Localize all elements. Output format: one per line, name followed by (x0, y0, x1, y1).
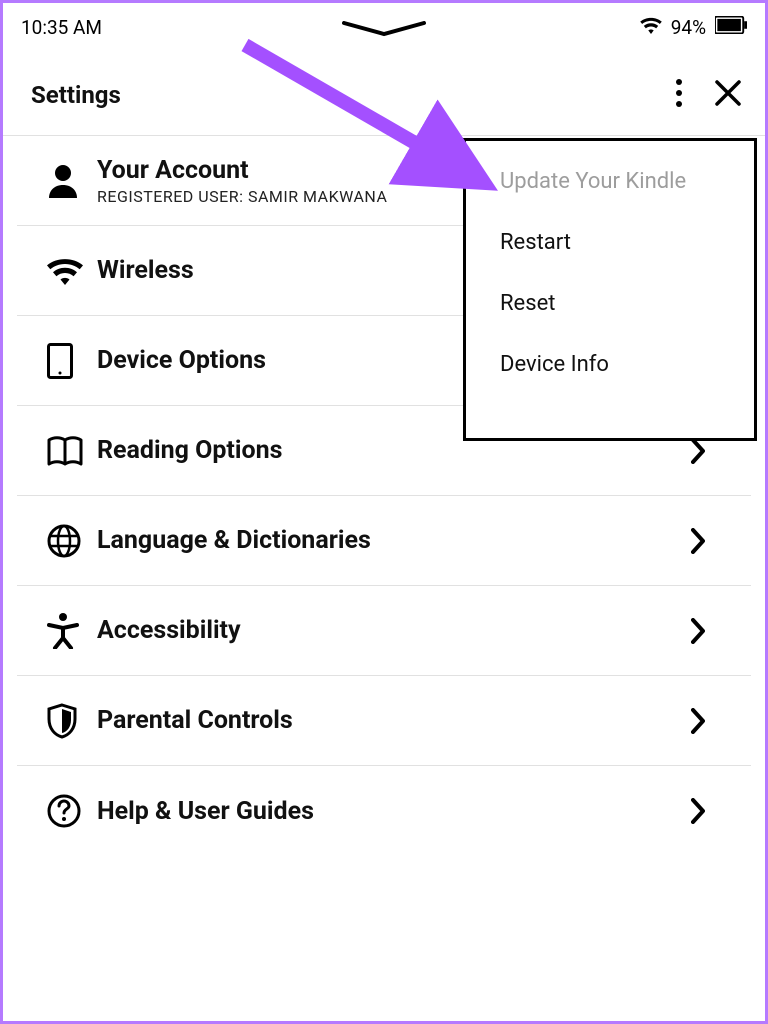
row-label: Accessibility (97, 616, 677, 645)
settings-header: Settings (3, 51, 765, 136)
help-icon (47, 794, 97, 828)
battery-percent: 94% (671, 16, 706, 39)
accessibility-icon (47, 613, 97, 649)
row-label: Parental Controls (97, 706, 677, 735)
overflow-menu: Update Your Kindle Restart Reset Device … (463, 138, 757, 441)
globe-icon (47, 524, 97, 558)
row-accessibility[interactable]: Accessibility (17, 586, 751, 676)
row-language[interactable]: Language & Dictionaries (17, 496, 751, 586)
chevron-right-icon (677, 798, 705, 824)
row-label: Language & Dictionaries (97, 526, 677, 555)
chevron-right-icon (677, 618, 705, 644)
status-time: 10:35 AM (21, 16, 102, 39)
wifi-icon (47, 257, 97, 285)
menu-device-info[interactable]: Device Info (500, 352, 754, 377)
tablet-icon (47, 343, 97, 379)
page-title: Settings (31, 81, 121, 109)
menu-restart[interactable]: Restart (500, 230, 754, 255)
shield-icon (47, 703, 97, 739)
person-icon (47, 164, 97, 198)
close-icon[interactable] (715, 80, 741, 110)
row-help[interactable]: Help & User Guides (17, 766, 751, 856)
menu-reset[interactable]: Reset (500, 291, 754, 316)
row-parental-controls[interactable]: Parental Controls (17, 676, 751, 766)
chevron-right-icon (677, 438, 705, 464)
menu-update-kindle: Update Your Kindle (500, 169, 754, 194)
book-icon (47, 436, 97, 466)
battery-icon (715, 16, 747, 38)
handle-icon[interactable] (342, 21, 426, 41)
kebab-menu-icon[interactable] (675, 79, 683, 111)
row-label: Help & User Guides (97, 797, 677, 826)
wifi-icon (640, 16, 662, 38)
chevron-right-icon (677, 528, 705, 554)
chevron-right-icon (677, 708, 705, 734)
